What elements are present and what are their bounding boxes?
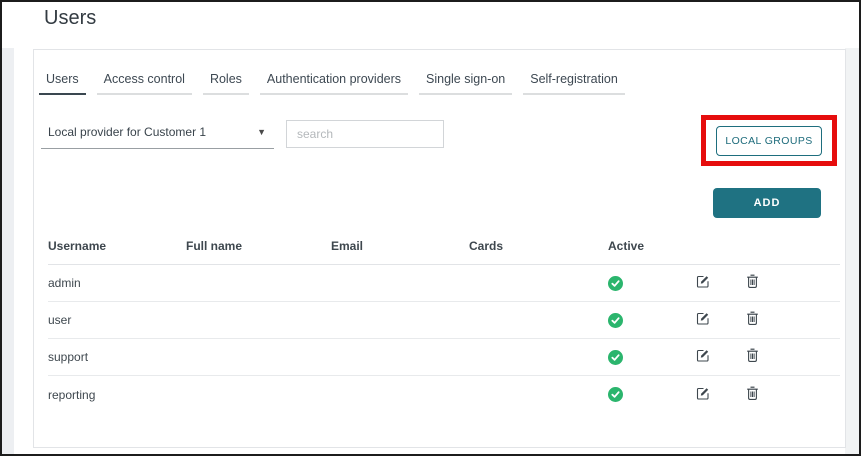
tab-single-sign-on[interactable]: Single sign-on [419, 72, 513, 95]
table-row: reporting [48, 376, 840, 413]
delete-user-button[interactable] [743, 348, 761, 366]
users-table: Username Full name Email Cards Active ad… [48, 228, 840, 413]
tab-access-control[interactable]: Access control [96, 72, 192, 95]
delete-user-button[interactable] [743, 385, 761, 403]
users-settings-window: Users Users Access control Roles Authent… [0, 0, 861, 456]
settings-tab-bar: Users Access control Roles Authenticatio… [39, 72, 625, 95]
provider-select-value: Local provider for Customer 1 [48, 125, 207, 139]
vertical-scrollbar-track[interactable] [845, 48, 859, 454]
cell-username: reporting [48, 387, 96, 402]
edit-user-button[interactable] [694, 348, 712, 366]
active-check-icon [608, 349, 623, 365]
add-button[interactable]: ADD [713, 188, 821, 218]
table-row: admin [48, 265, 840, 302]
cell-active [608, 275, 694, 291]
cell-username: support [48, 350, 89, 364]
cell-active [608, 387, 694, 402]
column-header-active: Active [608, 239, 645, 253]
trash-icon [745, 347, 760, 366]
column-header-username: Username [48, 239, 107, 253]
table-row: support [48, 339, 840, 376]
provider-select[interactable]: Local provider for Customer 1 ▼ [41, 118, 274, 149]
edit-icon [695, 310, 711, 329]
page-title: Users [44, 7, 97, 29]
cell-active [608, 349, 694, 365]
edit-user-button[interactable] [694, 274, 712, 292]
cell-username: user [48, 313, 72, 327]
delete-user-button[interactable] [743, 311, 761, 329]
active-check-icon [608, 312, 623, 328]
tab-users[interactable]: Users [39, 72, 86, 95]
trash-icon [745, 273, 760, 292]
active-check-icon [608, 275, 623, 291]
edit-icon [695, 347, 711, 366]
left-gutter [2, 48, 14, 454]
cell-username: admin [48, 276, 81, 290]
cell-active [608, 312, 694, 328]
caret-down-icon: ▼ [257, 127, 266, 137]
table-header-row: Username Full name Email Cards Active [48, 228, 840, 265]
trash-icon [745, 385, 760, 404]
delete-user-button[interactable] [743, 274, 761, 292]
active-check-icon [608, 387, 623, 402]
search-input[interactable] [286, 120, 444, 148]
edit-icon [695, 385, 711, 404]
edit-user-button[interactable] [694, 311, 712, 329]
column-header-email: Email [331, 239, 364, 253]
column-header-cards: Cards [469, 239, 504, 253]
tab-self-registration[interactable]: Self-registration [523, 72, 625, 95]
column-header-full-name: Full name [186, 239, 243, 253]
red-highlight-annotation: LOCAL GROUPS [701, 115, 837, 166]
users-panel: Users Access control Roles Authenticatio… [33, 49, 846, 448]
edit-icon [695, 273, 711, 292]
trash-icon [745, 310, 760, 329]
table-row: user [48, 302, 840, 339]
tab-authentication-providers[interactable]: Authentication providers [259, 72, 409, 95]
edit-user-button[interactable] [694, 385, 712, 403]
tab-roles[interactable]: Roles [202, 72, 249, 95]
local-groups-button[interactable]: LOCAL GROUPS [716, 125, 822, 156]
